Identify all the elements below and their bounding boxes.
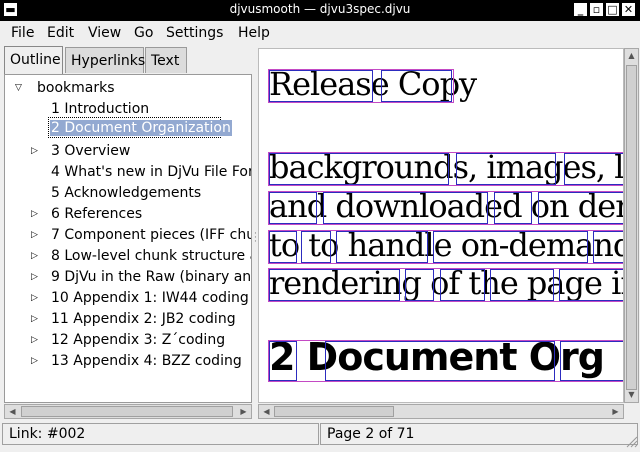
line-box xyxy=(268,191,623,225)
splitter-grip-icon: · · · xyxy=(254,229,257,247)
app-window: ▬ djvusmooth — djvu3spec.djvu _ ▫ □ ✕ Fi… xyxy=(0,0,640,452)
collapsed-arrow-icon[interactable]: ▷ xyxy=(31,251,41,261)
tree-item-label: 6 References xyxy=(51,206,143,222)
document-view[interactable]: Release Copy backgrounds, images, libra … xyxy=(258,48,624,403)
tree-item-label: 7 Component pieces (IFF chun xyxy=(51,227,252,243)
line-box xyxy=(268,69,454,103)
tree-root-label: bookmarks xyxy=(37,80,115,96)
line-box xyxy=(268,268,623,302)
collapsed-arrow-icon[interactable]: ▷ xyxy=(31,356,41,366)
document-horizontal-scrollbar[interactable]: ◀ ▶ xyxy=(258,404,624,419)
menu-go[interactable]: Go xyxy=(134,25,153,41)
scroll-right-icon[interactable]: ▶ xyxy=(237,406,250,418)
line-box xyxy=(268,340,623,382)
outline-tree[interactable]: ▽ bookmarks 1 Introduction 2 Document Or… xyxy=(4,74,252,403)
tree-item-label: 11 Appendix 2: JB2 coding xyxy=(51,311,236,327)
tree-item-label: 13 Appendix 4: BZZ coding xyxy=(51,353,242,369)
tree-item-edit-field[interactable]: 2 Document Organization xyxy=(48,117,232,138)
collapsed-arrow-icon[interactable]: ▷ xyxy=(31,314,41,324)
scroll-right-icon[interactable]: ▶ xyxy=(609,406,622,418)
collapsed-arrow-icon[interactable]: ▷ xyxy=(31,293,41,303)
tree-item-label: 10 Appendix 1: IW44 coding xyxy=(51,290,249,306)
menu-file[interactable]: File xyxy=(11,25,34,41)
line-box xyxy=(268,230,623,264)
tab-text[interactable]: Text xyxy=(145,47,187,73)
collapsed-arrow-icon[interactable]: ▷ xyxy=(31,230,41,240)
title-bar[interactable]: ▬ djvusmooth — djvu3spec.djvu _ ▫ □ ✕ xyxy=(0,0,640,21)
tree-item-label: 9 DjVu in the Raw (binary and xyxy=(51,269,252,285)
line-box xyxy=(268,152,623,186)
scroll-down-icon[interactable]: ▼ xyxy=(625,389,638,401)
window-title: djvusmooth — djvu3spec.djvu xyxy=(229,2,411,16)
tab-outline[interactable]: Outline xyxy=(4,46,63,74)
menu-view[interactable]: View xyxy=(88,25,121,41)
scrollbar-thumb[interactable] xyxy=(626,65,637,390)
status-link: Link: #002 xyxy=(2,423,319,445)
tree-item-label: 8 Low-level chunk structure a xyxy=(51,248,252,264)
scroll-left-icon[interactable]: ◀ xyxy=(6,406,19,418)
collapsed-arrow-icon[interactable]: ▷ xyxy=(31,335,41,345)
tree-item-label: 4 What's new in DjVu File Form xyxy=(51,164,252,180)
resize-grip-icon[interactable] xyxy=(624,434,638,448)
scrollbar-thumb[interactable] xyxy=(21,406,233,417)
tree-item-label: 12 Appendix 3: Z´coding xyxy=(51,332,226,348)
shade-button[interactable]: ▫ xyxy=(589,2,604,17)
tree-item-label: 2 Document Organization xyxy=(50,120,232,136)
tree-item-label: 5 Acknowledgements xyxy=(51,185,202,201)
menu-help[interactable]: Help xyxy=(238,25,270,41)
collapsed-arrow-icon[interactable]: ▷ xyxy=(31,146,41,156)
menu-bar: File Edit View Go Settings Help xyxy=(0,21,640,45)
minimize-button[interactable]: _ xyxy=(573,2,588,17)
outline-horizontal-scrollbar[interactable]: ◀ ▶ xyxy=(4,404,252,419)
tab-hyperlinks[interactable]: Hyperlinks xyxy=(65,47,145,73)
scroll-left-icon[interactable]: ◀ xyxy=(260,406,273,418)
status-page: Page 2 of 71 xyxy=(320,423,638,445)
scroll-up-icon[interactable]: ▲ xyxy=(625,50,638,62)
collapsed-arrow-icon[interactable]: ▷ xyxy=(31,272,41,282)
menu-settings[interactable]: Settings xyxy=(166,25,223,41)
maximize-button[interactable]: □ xyxy=(605,2,620,17)
expanded-arrow-icon[interactable]: ▽ xyxy=(15,83,25,93)
document-vertical-scrollbar[interactable]: ▲ ▼ xyxy=(624,48,639,403)
menu-edit[interactable]: Edit xyxy=(47,25,74,41)
collapsed-arrow-icon[interactable]: ▷ xyxy=(31,209,41,219)
scrollbar-thumb[interactable] xyxy=(274,406,394,417)
close-button[interactable]: ✕ xyxy=(621,2,636,17)
tree-item-label: 3 Overview xyxy=(51,143,131,159)
